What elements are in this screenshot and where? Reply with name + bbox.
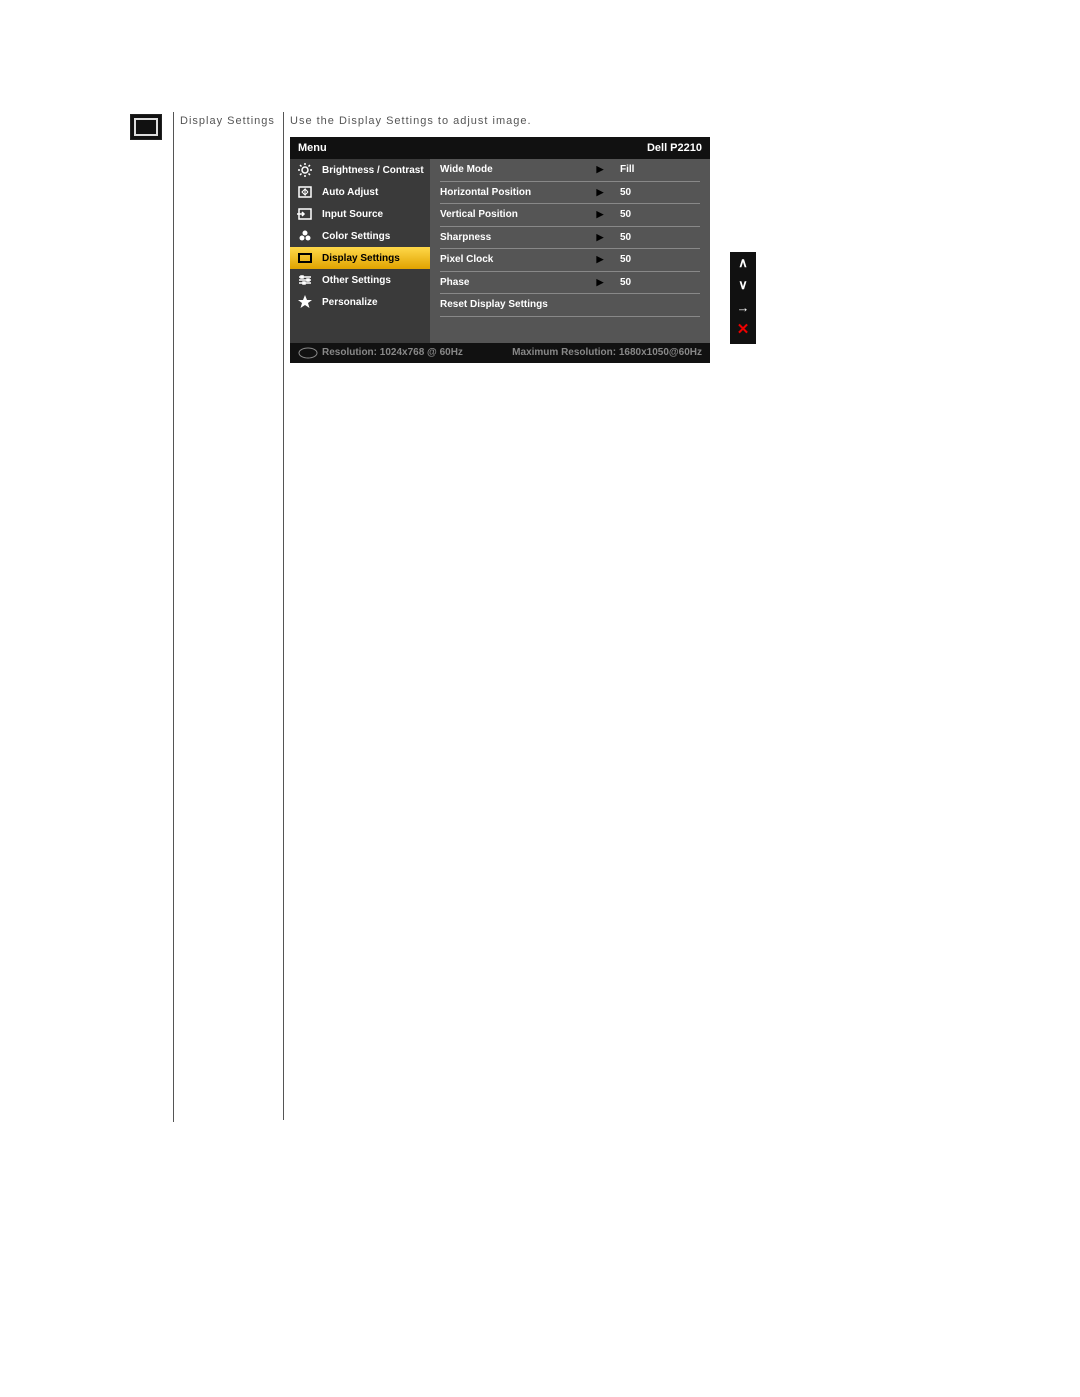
setting-value: 50 bbox=[610, 232, 700, 243]
footer-resolution-text: Resolution: 1024x768 @ 60Hz bbox=[322, 347, 463, 358]
arrow-right-icon: → bbox=[737, 300, 750, 315]
setting-label: Pixel Clock bbox=[440, 254, 590, 265]
star-icon bbox=[296, 293, 314, 311]
triangle-right-icon: ▶ bbox=[590, 232, 610, 243]
menu-label: Other Settings bbox=[322, 275, 391, 286]
nav-down-button[interactable]: ∨ bbox=[730, 274, 756, 296]
menu-item-color-settings[interactable]: Color Settings bbox=[290, 225, 430, 247]
section-icon-column bbox=[119, 112, 174, 1122]
setting-label: Vertical Position bbox=[440, 209, 590, 220]
chevron-down-icon: ∨ bbox=[738, 277, 748, 293]
setting-label: Phase bbox=[440, 277, 590, 288]
triangle-right-icon: ▶ bbox=[590, 209, 610, 220]
setting-value: 50 bbox=[610, 254, 700, 265]
footer-resolution: Resolution: 1024x768 @ 60Hz bbox=[298, 347, 463, 359]
sliders-icon bbox=[296, 271, 314, 289]
osd-body: Brightness / Contrast Auto Adjust bbox=[290, 159, 710, 343]
sun-icon bbox=[296, 161, 314, 179]
osd-wrapper: Menu Dell P2210 Brightness / Contrast bbox=[290, 137, 756, 363]
menu-label: Personalize bbox=[322, 297, 378, 308]
setting-pixel-clock[interactable]: Pixel Clock ▶ 50 bbox=[440, 249, 700, 272]
footer-max-resolution: Maximum Resolution: 1680x1050@60Hz bbox=[512, 347, 702, 358]
nav-enter-button[interactable]: → bbox=[730, 296, 756, 318]
menu-label: Input Source bbox=[322, 209, 383, 220]
triangle-right-icon: ▶ bbox=[590, 277, 610, 288]
nav-up-button[interactable]: ∧ bbox=[730, 252, 756, 274]
menu-item-display-settings[interactable]: Display Settings bbox=[290, 247, 430, 269]
spacer bbox=[730, 340, 756, 344]
close-icon: ✕ bbox=[737, 320, 750, 338]
section-content-column: Use the Display Settings to adjust image… bbox=[284, 112, 756, 363]
triangle-right-icon: ▶ bbox=[590, 254, 610, 265]
nav-exit-button[interactable]: ✕ bbox=[730, 318, 756, 340]
input-icon bbox=[296, 205, 314, 223]
triangle-right-icon: ▶ bbox=[590, 187, 610, 198]
osd-model-label: Dell P2210 bbox=[647, 142, 702, 154]
energy-star-icon bbox=[298, 347, 318, 359]
setting-value: 50 bbox=[610, 187, 700, 198]
spacer bbox=[440, 317, 700, 343]
menu-item-auto-adjust[interactable]: Auto Adjust bbox=[290, 181, 430, 203]
setting-reset-display[interactable]: Reset Display Settings bbox=[440, 294, 700, 317]
setting-value: 50 bbox=[610, 209, 700, 220]
setting-label: Reset Display Settings bbox=[440, 299, 590, 310]
menu-item-brightness[interactable]: Brightness / Contrast bbox=[290, 159, 430, 181]
display-icon bbox=[296, 249, 314, 267]
chevron-up-icon: ∧ bbox=[738, 255, 748, 271]
triangle-right-icon: ▶ bbox=[590, 164, 610, 175]
menu-label: Display Settings bbox=[322, 253, 400, 264]
setting-sharpness[interactable]: Sharpness ▶ 50 bbox=[440, 227, 700, 250]
osd-footer: Resolution: 1024x768 @ 60Hz Maximum Reso… bbox=[290, 343, 710, 363]
setting-label: Wide Mode bbox=[440, 164, 590, 175]
color-icon bbox=[296, 227, 314, 245]
auto-icon bbox=[296, 183, 314, 201]
osd-settings-pane: Wide Mode ▶ Fill Horizontal Position ▶ 5… bbox=[430, 159, 710, 343]
osd-panel: Menu Dell P2210 Brightness / Contrast bbox=[290, 137, 710, 363]
menu-label: Auto Adjust bbox=[322, 187, 378, 198]
menu-label: Color Settings bbox=[322, 231, 390, 242]
monitor-icon bbox=[134, 118, 158, 136]
setting-vertical-position[interactable]: Vertical Position ▶ 50 bbox=[440, 204, 700, 227]
setting-horizontal-position[interactable]: Horizontal Position ▶ 50 bbox=[440, 182, 700, 205]
display-settings-row-icon bbox=[130, 114, 162, 140]
setting-value: Fill bbox=[610, 164, 700, 175]
osd-left-menu: Brightness / Contrast Auto Adjust bbox=[290, 159, 430, 343]
setting-wide-mode[interactable]: Wide Mode ▶ Fill bbox=[440, 159, 700, 182]
section-title: Display Settings bbox=[180, 115, 277, 127]
setting-label: Sharpness bbox=[440, 232, 590, 243]
setting-label: Horizontal Position bbox=[440, 187, 590, 198]
section-title-column: Display Settings bbox=[174, 112, 284, 1120]
section-description: Use the Display Settings to adjust image… bbox=[290, 115, 756, 127]
setting-value: 50 bbox=[610, 277, 700, 288]
setting-phase[interactable]: Phase ▶ 50 bbox=[440, 272, 700, 295]
menu-label: Brightness / Contrast bbox=[322, 165, 424, 176]
page-layout: Display Settings Use the Display Setting… bbox=[0, 0, 1080, 1122]
menu-item-personalize[interactable]: Personalize bbox=[290, 291, 430, 313]
menu-item-input-source[interactable]: Input Source bbox=[290, 203, 430, 225]
menu-item-other-settings[interactable]: Other Settings bbox=[290, 269, 430, 291]
osd-header: Menu Dell P2210 bbox=[290, 137, 710, 159]
osd-side-buttons: ∧ ∨ → ✕ bbox=[730, 252, 756, 344]
osd-menu-label: Menu bbox=[298, 142, 327, 154]
